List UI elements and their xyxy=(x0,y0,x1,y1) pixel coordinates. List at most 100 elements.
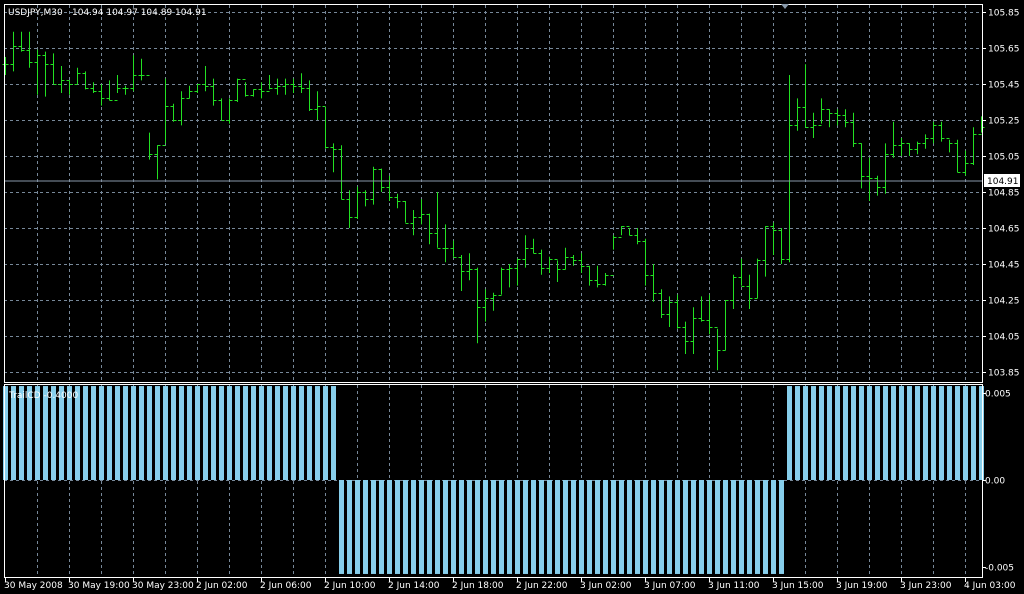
histogram-bar xyxy=(723,480,728,574)
price-tick-label: 104.45 xyxy=(988,261,1020,271)
histogram-bar xyxy=(3,386,8,480)
price-tick-label: 104.85 xyxy=(988,189,1020,199)
histogram-bar xyxy=(835,386,840,480)
histogram-bar xyxy=(243,386,248,480)
histogram-bar xyxy=(827,386,832,480)
histogram-bar xyxy=(579,480,584,574)
histogram-bar xyxy=(739,480,744,574)
histogram-bar xyxy=(499,480,504,574)
current-price-label: 104.91 xyxy=(987,177,1019,187)
histogram-bar xyxy=(299,386,304,480)
histogram-bar xyxy=(611,480,616,574)
histogram-bar xyxy=(355,480,360,574)
indicator-tick-label: 0.00 xyxy=(985,477,1005,487)
histogram-bar xyxy=(139,386,144,480)
histogram-bar xyxy=(867,386,872,480)
histogram-bar xyxy=(427,480,432,574)
histogram-bar xyxy=(443,480,448,574)
symbol-timeframe: USDJPY,M30 xyxy=(8,8,63,18)
histogram-bar xyxy=(267,386,272,480)
histogram-bar xyxy=(323,386,328,480)
histogram-bar xyxy=(875,386,880,480)
histogram-bar xyxy=(883,386,888,480)
histogram-bar xyxy=(315,386,320,480)
time-tick-label: 30 May 2008 xyxy=(4,581,63,591)
price-tick-label: 105.45 xyxy=(988,81,1020,91)
histogram-bar xyxy=(651,480,656,574)
time-tick-label: 3 Jun 07:00 xyxy=(644,581,696,591)
histogram-bar xyxy=(259,386,264,480)
histogram-bar xyxy=(91,386,96,480)
histogram-bar xyxy=(387,480,392,574)
histogram-bar xyxy=(187,386,192,480)
histogram-bar xyxy=(683,480,688,574)
histogram-bar xyxy=(483,480,488,574)
histogram-bar xyxy=(595,480,600,574)
histogram-bar xyxy=(515,480,520,574)
histogram-bar xyxy=(955,386,960,480)
histogram-bar xyxy=(107,386,112,480)
histogram-bar xyxy=(547,480,552,574)
histogram-bar xyxy=(963,386,968,480)
histogram-bar xyxy=(283,386,288,480)
histogram-bar xyxy=(291,386,296,480)
time-tick-label: 2 Jun 18:00 xyxy=(452,581,504,591)
time-tick-label: 3 Jun 19:00 xyxy=(836,581,888,591)
histogram-bar xyxy=(539,480,544,574)
time-tick-label: 4 Jun 03:00 xyxy=(964,581,1016,591)
indicator-tick-label: 0.005 xyxy=(985,390,1011,400)
price-tick-label: 104.05 xyxy=(988,333,1020,343)
histogram-bar xyxy=(619,480,624,574)
ohlc-readout: 104.94 104.97 104.89 104.91 xyxy=(72,8,207,18)
histogram-bar xyxy=(771,480,776,574)
indicator-label: TrailCD -0.4000 xyxy=(8,391,78,401)
histogram-bar xyxy=(563,480,568,574)
price-tick-label: 104.25 xyxy=(988,297,1020,307)
histogram-bar xyxy=(163,386,168,480)
price-tick-label: 105.25 xyxy=(988,117,1020,127)
histogram-bar xyxy=(747,480,752,574)
time-tick-label: 30 May 19:00 xyxy=(68,581,130,591)
price-tick-label: 105.65 xyxy=(988,45,1020,55)
histogram-bar xyxy=(147,386,152,480)
histogram-bar xyxy=(659,480,664,574)
histogram-bar xyxy=(603,480,608,574)
histogram-bar xyxy=(627,480,632,574)
histogram-bar xyxy=(227,386,232,480)
histogram-bar xyxy=(571,480,576,574)
time-tick-label: 3 Jun 23:00 xyxy=(900,581,952,591)
time-tick-label: 2 Jun 22:00 xyxy=(516,581,568,591)
histogram-bar xyxy=(523,480,528,574)
histogram-bar xyxy=(451,480,456,574)
histogram-bar xyxy=(803,386,808,480)
time-tick-label: 2 Jun 02:00 xyxy=(196,581,248,591)
histogram-bar xyxy=(475,480,480,574)
time-tick-label: 2 Jun 10:00 xyxy=(324,581,376,591)
time-tick-label: 30 May 23:00 xyxy=(132,581,194,591)
histogram-bar xyxy=(435,480,440,574)
histogram-bar xyxy=(947,386,952,480)
histogram-bar xyxy=(331,386,336,480)
histogram-bar xyxy=(635,480,640,574)
histogram-bar xyxy=(787,386,792,480)
histogram-bar xyxy=(587,480,592,574)
histogram-bar xyxy=(851,386,856,480)
histogram-bar xyxy=(403,480,408,574)
price-tick-label: 103.85 xyxy=(988,369,1020,379)
time-tick-label: 3 Jun 02:00 xyxy=(580,581,632,591)
histogram-bar xyxy=(339,480,344,574)
histogram-bar xyxy=(531,480,536,574)
histogram-bar xyxy=(899,386,904,480)
histogram-bar xyxy=(707,480,712,574)
histogram-bar xyxy=(179,386,184,480)
time-tick-label: 3 Jun 11:00 xyxy=(708,581,760,591)
histogram-bar xyxy=(699,480,704,574)
histogram-bar xyxy=(211,386,216,480)
histogram-bar xyxy=(155,386,160,480)
price-tick-label: 105.05 xyxy=(988,153,1020,163)
trading-chart[interactable]: 105.85 105.65 105.45 105.25 105.05 104.85 104.… xyxy=(0,0,1024,594)
histogram-bar xyxy=(915,386,920,480)
histogram-bar xyxy=(923,386,928,480)
histogram-bar xyxy=(779,480,784,574)
histogram-bar xyxy=(363,480,368,574)
